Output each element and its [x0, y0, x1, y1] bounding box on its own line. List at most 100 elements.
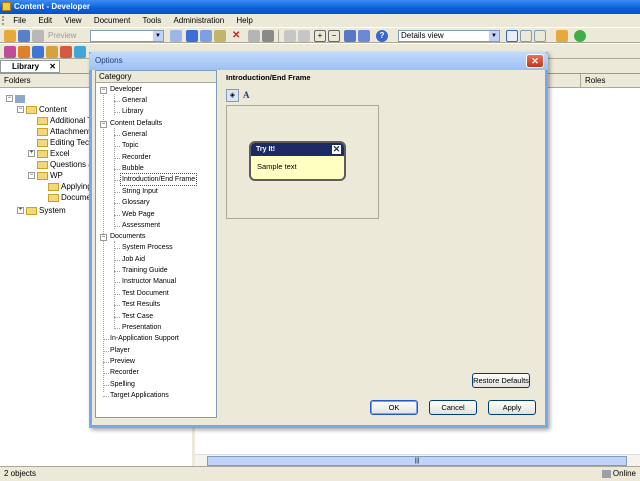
collapse-icon[interactable]: − [100, 121, 107, 128]
tree-line [114, 135, 120, 136]
ok-button[interactable]: OK [370, 400, 418, 415]
category-web-page[interactable]: Web Page [122, 209, 155, 220]
chevron-down-icon[interactable]: ▼ [153, 31, 163, 41]
expand-icon[interactable]: + [28, 150, 35, 157]
new-glossary-icon[interactable] [74, 46, 86, 58]
category-developer[interactable]: Developer [110, 84, 142, 95]
font-button[interactable]: A [243, 89, 253, 102]
fill-color-icon[interactable]: ◈ [226, 89, 239, 102]
category-documents[interactable]: Documents [110, 231, 145, 242]
menu-file[interactable]: File [8, 14, 31, 27]
menu-help[interactable]: Help [231, 14, 257, 27]
category-recorder-top[interactable]: Recorder [110, 367, 139, 378]
category-instructor-manual[interactable]: Instructor Manual [122, 276, 176, 287]
collapse-icon[interactable]: − [17, 106, 24, 113]
menu-view[interactable]: View [59, 14, 86, 27]
undo-icon[interactable] [284, 30, 296, 42]
apply-button[interactable]: Apply [488, 400, 536, 415]
style-combo[interactable]: ▼ [90, 30, 164, 42]
category-glossary[interactable]: Glossary [122, 197, 150, 208]
menu-document[interactable]: Document [89, 14, 135, 27]
cut-icon[interactable] [186, 30, 198, 42]
status-bar: 2 objects Online [0, 466, 640, 480]
cancel-button[interactable]: Cancel [429, 400, 477, 415]
menu-edit[interactable]: Edit [33, 14, 57, 27]
tree-item[interactable]: Content [26, 104, 67, 115]
properties-icon[interactable] [248, 30, 260, 42]
copy-icon[interactable] [200, 30, 212, 42]
tree-item[interactable]: System [26, 205, 66, 216]
help-icon[interactable]: ? [376, 30, 388, 42]
preview-button[interactable]: Preview [48, 30, 88, 42]
tree-item[interactable]: Attachments [37, 126, 94, 137]
collapse-icon[interactable]: − [6, 95, 13, 102]
category-introduction-end-frame[interactable]: Introduction/End Frame [119, 173, 198, 186]
category-player[interactable]: Player [110, 345, 130, 356]
collapse-icon[interactable]: − [100, 234, 107, 241]
collapse-icon[interactable]: − [328, 30, 340, 42]
category-in-application-support[interactable]: In-Application Support [110, 333, 179, 344]
expand-icon[interactable]: + [17, 207, 24, 214]
connection-icon [601, 469, 611, 478]
record-icon[interactable] [4, 46, 16, 58]
category-target-applications[interactable]: Target Applications [110, 390, 169, 401]
menu-administration[interactable]: Administration [168, 14, 229, 27]
view-combo[interactable]: Details view ▼ [398, 30, 500, 42]
category-presentation[interactable]: Presentation [122, 322, 161, 333]
category-test-document[interactable]: Test Document [122, 288, 169, 299]
restore-defaults-button[interactable]: Restore Defaults [472, 373, 530, 388]
redo-icon[interactable] [298, 30, 310, 42]
category-test-case[interactable]: Test Case [122, 311, 153, 322]
tree-item[interactable]: WP [37, 170, 63, 181]
expand-icon[interactable]: + [314, 30, 326, 42]
tree-item[interactable]: Excel [37, 148, 70, 159]
chevron-down-icon[interactable]: ▼ [489, 31, 499, 41]
library-tab[interactable]: Library ✕ [0, 60, 60, 73]
new-folder-icon[interactable] [556, 30, 568, 42]
category-developer-general[interactable]: General [122, 95, 147, 106]
find-icon[interactable] [262, 30, 274, 42]
roles-column-header[interactable]: Roles [580, 74, 640, 88]
list-view-icon[interactable] [520, 30, 532, 42]
category-job-aid[interactable]: Job Aid [122, 254, 145, 265]
category-string-input[interactable]: String Input [122, 186, 158, 197]
category-recorder[interactable]: Recorder [122, 152, 151, 163]
category-topic[interactable]: Topic [122, 140, 138, 151]
collapse-icon[interactable]: − [100, 87, 107, 94]
collapse-icon[interactable]: − [28, 172, 35, 179]
close-icon[interactable]: ✕ [526, 54, 544, 68]
category-training-guide[interactable]: Training Guide [122, 265, 168, 276]
column-header[interactable] [545, 74, 580, 88]
root-node[interactable] [15, 93, 25, 104]
save-icon[interactable] [18, 30, 30, 42]
tree-line [114, 260, 120, 261]
open-folder-icon[interactable] [4, 30, 16, 42]
category-system-process[interactable]: System Process [122, 242, 173, 253]
category-content-general[interactable]: General [122, 129, 147, 140]
print-icon[interactable] [32, 30, 44, 42]
new-module-icon[interactable] [18, 46, 30, 58]
delete-icon[interactable]: ✕ [232, 30, 244, 42]
category-preview[interactable]: Preview [110, 356, 135, 367]
horizontal-scrollbar[interactable]: ||| [195, 454, 640, 466]
category-bubble[interactable]: Bubble [122, 163, 144, 174]
scrollbar-thumb[interactable]: ||| [207, 456, 627, 466]
filter-icon[interactable] [358, 30, 370, 42]
paste-icon[interactable] [214, 30, 226, 42]
category-spelling[interactable]: Spelling [110, 379, 135, 390]
pointer-icon[interactable] [170, 30, 182, 42]
new-section-icon[interactable] [32, 46, 44, 58]
new-web-page-icon[interactable] [60, 46, 72, 58]
category-content-defaults[interactable]: Content Defaults [110, 118, 162, 129]
new-topic-icon[interactable] [46, 46, 58, 58]
pane-view-icon[interactable] [534, 30, 546, 42]
category-developer-library[interactable]: Library [122, 106, 143, 117]
close-icon[interactable]: ✕ [49, 61, 56, 72]
category-test-results[interactable]: Test Results [122, 299, 160, 310]
refresh-icon[interactable] [574, 30, 586, 42]
category-assessment[interactable]: Assessment [122, 220, 160, 231]
sort-icon[interactable] [344, 30, 356, 42]
details-view-icon[interactable] [506, 30, 518, 42]
menu-tools[interactable]: Tools [138, 14, 167, 27]
tree-line [114, 305, 120, 306]
